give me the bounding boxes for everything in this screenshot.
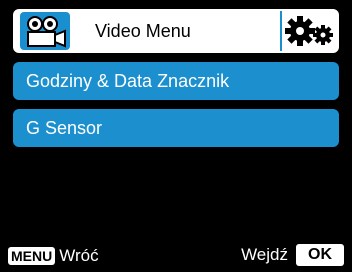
menu-header: Video Menu <box>13 9 339 53</box>
enter-action[interactable]: Wejdź OK <box>241 243 344 267</box>
ok-key[interactable]: OK <box>296 244 344 266</box>
gears-icon <box>285 16 333 46</box>
back-label: Wróć <box>59 246 99 265</box>
menu-title: Video Menu <box>95 21 191 41</box>
menu-item-g-sensor[interactable]: G Sensor <box>13 109 339 147</box>
menu-item-timestamp[interactable]: Godziny & Data Znacznik <box>13 62 339 100</box>
settings-tab[interactable] <box>280 11 336 51</box>
back-action[interactable]: MENU Wróć <box>8 246 99 266</box>
video-camera-icon <box>20 12 70 50</box>
menu-key[interactable]: MENU <box>8 247 56 265</box>
enter-label: Wejdź <box>241 245 288 264</box>
